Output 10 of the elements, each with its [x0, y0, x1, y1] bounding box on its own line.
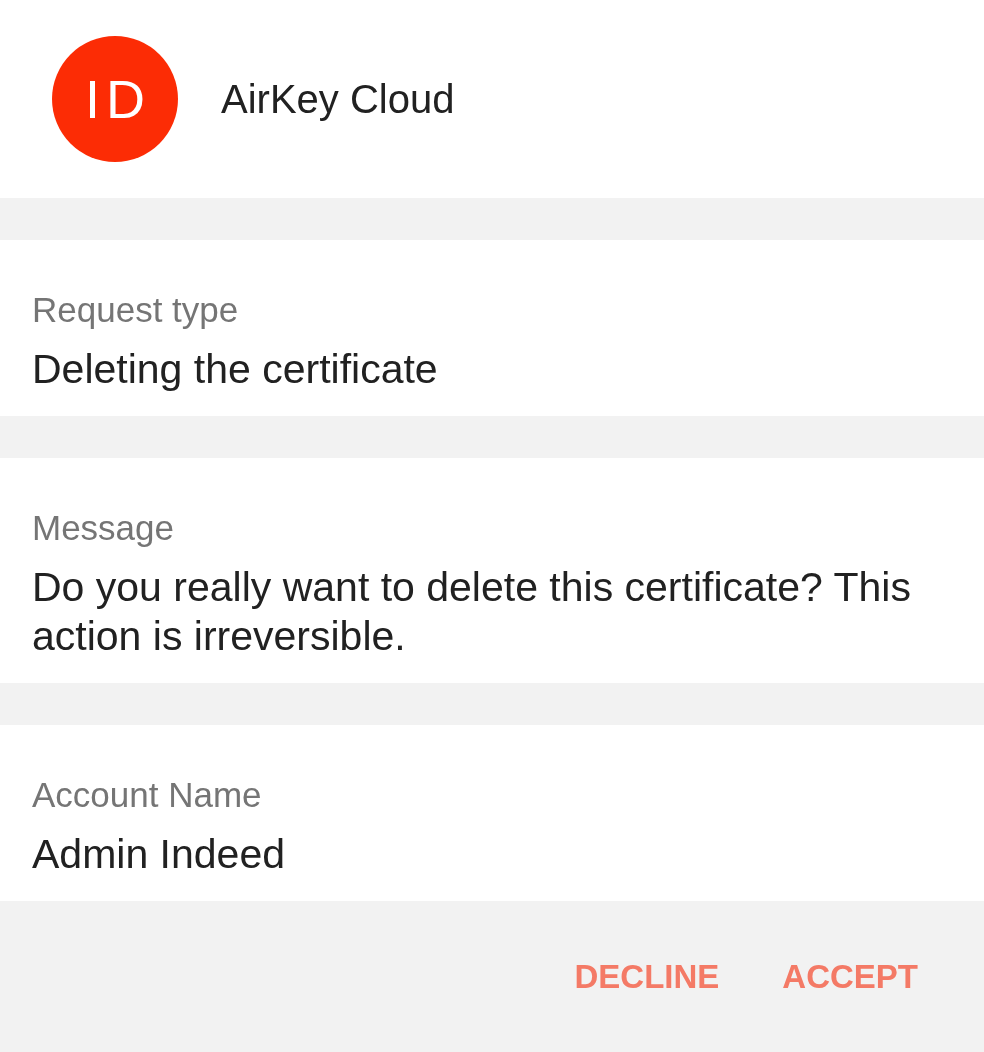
field-label: Request type — [32, 290, 240, 330]
app-title: AirKey Cloud — [221, 76, 455, 123]
app-logo: ID — [52, 36, 178, 162]
field-value: Deleting the certificate — [32, 345, 439, 394]
decline-button[interactable]: DECLINE — [558, 944, 736, 1010]
field-label: Account Name — [32, 775, 263, 815]
field-value: Do you really want to delete this certificate? This action is irreversible. — [32, 563, 912, 661]
accept-button[interactable]: ACCEPT — [766, 944, 934, 1010]
field-label: Message — [32, 508, 176, 548]
field-value: Admin Indeed — [32, 830, 286, 879]
